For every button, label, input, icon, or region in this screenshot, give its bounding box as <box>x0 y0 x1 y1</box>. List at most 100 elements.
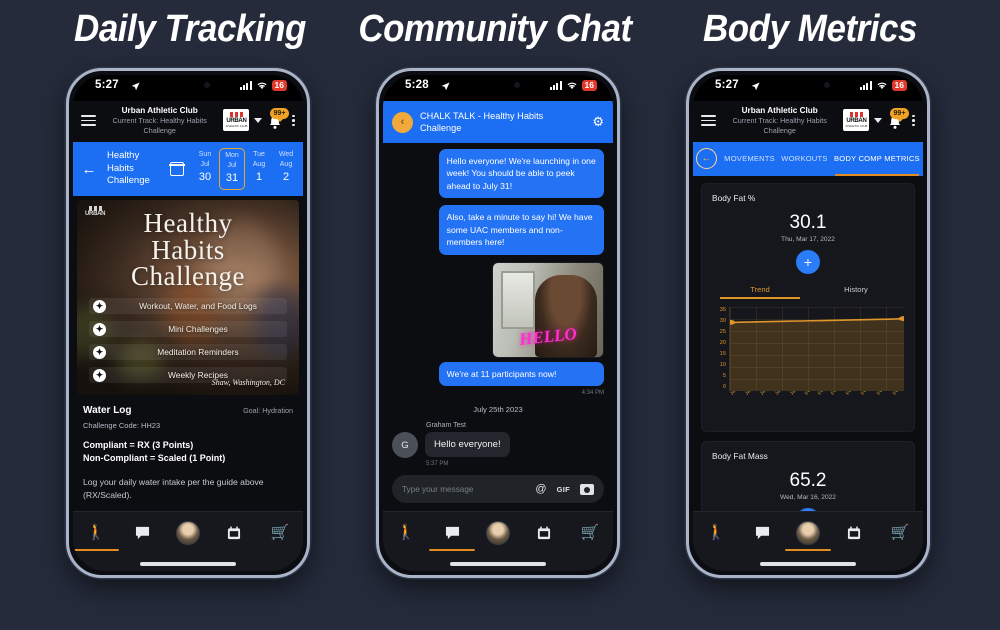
chat-message-incoming: Graham Test G Hello everyone! 5:37 PM <box>392 422 604 467</box>
shopping-cart-icon: 🛒 <box>580 524 600 541</box>
nav-item-shop[interactable]: 🛒 <box>262 516 298 550</box>
tab-workouts[interactable]: WORKOUTS <box>778 142 831 176</box>
date-chip-dow: Wed <box>278 150 294 158</box>
chat-gif-attachment[interactable]: HELLO <box>492 261 604 358</box>
date-chip[interactable]: Sun Jul 30 <box>192 148 218 190</box>
chat-icon <box>445 526 459 539</box>
metric-view-tabs: Trend History <box>712 285 904 299</box>
wifi-icon <box>257 82 267 90</box>
message-input[interactable]: Type your message <box>402 485 525 494</box>
chat-icon <box>755 526 769 539</box>
nav-item-shop[interactable]: 🛒 <box>882 516 918 550</box>
shopping-cart-icon: 🛒 <box>270 524 290 541</box>
current-track-line-2: Challenge <box>763 125 796 135</box>
home-indicator[interactable] <box>140 562 236 566</box>
overflow-menu-icon[interactable] <box>910 114 915 127</box>
camera-icon[interactable] <box>580 483 594 495</box>
metric-tab-trend[interactable]: Trend <box>712 285 808 299</box>
nav-item-shop[interactable]: 🛒 <box>572 516 608 550</box>
metric-title: Body Fat % <box>712 192 756 203</box>
y-tick: 5 <box>722 372 726 379</box>
hero-signature: Shaw, Washington, DC <box>211 378 285 388</box>
current-track-line-1: Current Track: Healthy Habits <box>732 116 827 126</box>
message-input-row[interactable]: Type your message @ GIF <box>392 475 604 503</box>
gear-icon[interactable]: ⚙ <box>592 114 604 130</box>
section-title-community-chat: Community Chat <box>358 8 632 50</box>
date-chip-dow: Sun <box>198 150 212 158</box>
nav-item-calendar[interactable] <box>836 516 872 550</box>
y-tick: 30 <box>719 317 726 324</box>
bottom-nav: 🚶 🛒 <box>73 511 303 555</box>
notifications-button[interactable]: 99+ <box>887 108 910 130</box>
back-button[interactable]: ‹ <box>392 111 413 133</box>
app-header: Urban Athletic Club Current Track: Healt… <box>73 101 303 142</box>
home-indicator[interactable] <box>450 562 546 566</box>
nav-item-activity[interactable]: 🚶 <box>388 516 424 550</box>
feature-item: ✦ Mini Challenges <box>89 321 287 338</box>
notifications-button[interactable]: 99+ <box>267 108 290 130</box>
menu-icon[interactable] <box>81 114 96 127</box>
running-icon: 🚶 <box>86 524 106 541</box>
date-chip-selected[interactable]: Mon Jul 31 <box>219 147 245 191</box>
tab-body-comp-metrics[interactable]: BODY COMP METRICS <box>831 142 923 176</box>
feature-label: Workout, Water, and Food Logs <box>139 301 257 312</box>
logo-subtitle: ATHLETIC CLUB <box>225 124 248 129</box>
overflow-menu-icon[interactable] <box>290 114 295 127</box>
back-button[interactable]: ← <box>696 148 717 170</box>
nav-item-activity[interactable]: 🚶 <box>698 516 734 550</box>
club-logo[interactable]: URBAN ATHLETIC CLUB <box>843 109 870 132</box>
nav-item-chat[interactable] <box>124 516 160 550</box>
chat-bubble-incoming: Hello everyone! <box>425 432 510 458</box>
home-indicator[interactable] <box>760 562 856 566</box>
chevron-down-icon[interactable] <box>254 117 263 123</box>
menu-icon[interactable] <box>701 114 716 127</box>
section-title-daily-tracking: Daily Tracking <box>74 8 306 50</box>
nav-item-calendar[interactable] <box>526 516 562 550</box>
date-chip[interactable]: Wed Aug 2 <box>273 148 299 190</box>
date-chip-month: Aug <box>279 161 293 169</box>
chat-title-line-1: CHALK TALK - Healthy Habits <box>420 110 544 121</box>
chat-messages[interactable]: Hello everyone! We're launching in one w… <box>383 143 613 469</box>
calendar-icon <box>537 526 551 539</box>
chat-bubble-outgoing: Also, take a minute to say hi! We have s… <box>438 205 604 255</box>
gif-button[interactable]: GIF <box>557 485 570 494</box>
challenge-title-line-1: Healthy Habits <box>107 149 140 174</box>
bottom-nav: 🚶 🛒 <box>383 511 613 555</box>
phone-community-chat: 5:28 16 ‹ CHALK TALK - Healthy Habits Ch… <box>376 68 620 578</box>
date-chip[interactable]: Tue Aug 1 <box>246 148 272 190</box>
home-indicator-area <box>383 555 613 571</box>
notch <box>146 75 230 97</box>
metrics-scroll[interactable]: Body Fat % 30.1 Thu, Mar 17, 2022 + Tren… <box>693 175 923 511</box>
avatar[interactable]: G <box>392 432 418 459</box>
chart-x-axis: Jan 14Jan 18Jan 22Jan 26Jan 30Feb 3Feb 7… <box>729 391 904 421</box>
mention-icon[interactable]: @ <box>535 483 546 495</box>
metrics-tabbar: ← MOVEMENTS WORKOUTS BODY COMP METRICS <box>693 141 923 176</box>
metric-value: 30.1 <box>789 211 827 233</box>
chevron-down-icon[interactable] <box>874 117 883 123</box>
nav-item-chat[interactable] <box>429 516 475 551</box>
metric-tab-history[interactable]: History <box>808 285 904 299</box>
calendar-icon[interactable] <box>169 162 185 177</box>
wifi-icon <box>877 82 887 90</box>
location-icon <box>441 82 450 91</box>
status-time: 5:28 <box>405 79 429 91</box>
back-button[interactable]: ← <box>77 161 101 178</box>
nav-item-profile[interactable] <box>170 516 206 550</box>
content-scroll[interactable]: URBAN Healthy Habits Challenge ✦ Workout… <box>73 196 303 511</box>
tab-movements[interactable]: MOVEMENTS <box>721 142 778 176</box>
running-icon: 🚶 <box>706 524 726 541</box>
club-name: Urban Athletic Club <box>121 106 198 115</box>
add-measurement-button[interactable]: + <box>796 249 820 274</box>
app-header: Urban Athletic Club Current Track: Healt… <box>693 101 923 142</box>
club-name: Urban Athletic Club <box>741 106 818 115</box>
chat-icon <box>135 526 149 539</box>
nav-item-profile[interactable] <box>785 516 831 551</box>
chat-sender-name: Graham Test <box>426 422 466 430</box>
nav-item-calendar[interactable] <box>216 516 252 550</box>
nav-item-profile[interactable] <box>480 516 516 550</box>
club-logo[interactable]: URBAN ATHLETIC CLUB <box>223 109 250 132</box>
nav-item-activity[interactable]: 🚶 <box>73 516 119 551</box>
y-tick: 0 <box>722 383 726 390</box>
water-log-instructions: Log your daily water intake per the guid… <box>83 477 264 501</box>
nav-item-chat[interactable] <box>744 516 780 550</box>
